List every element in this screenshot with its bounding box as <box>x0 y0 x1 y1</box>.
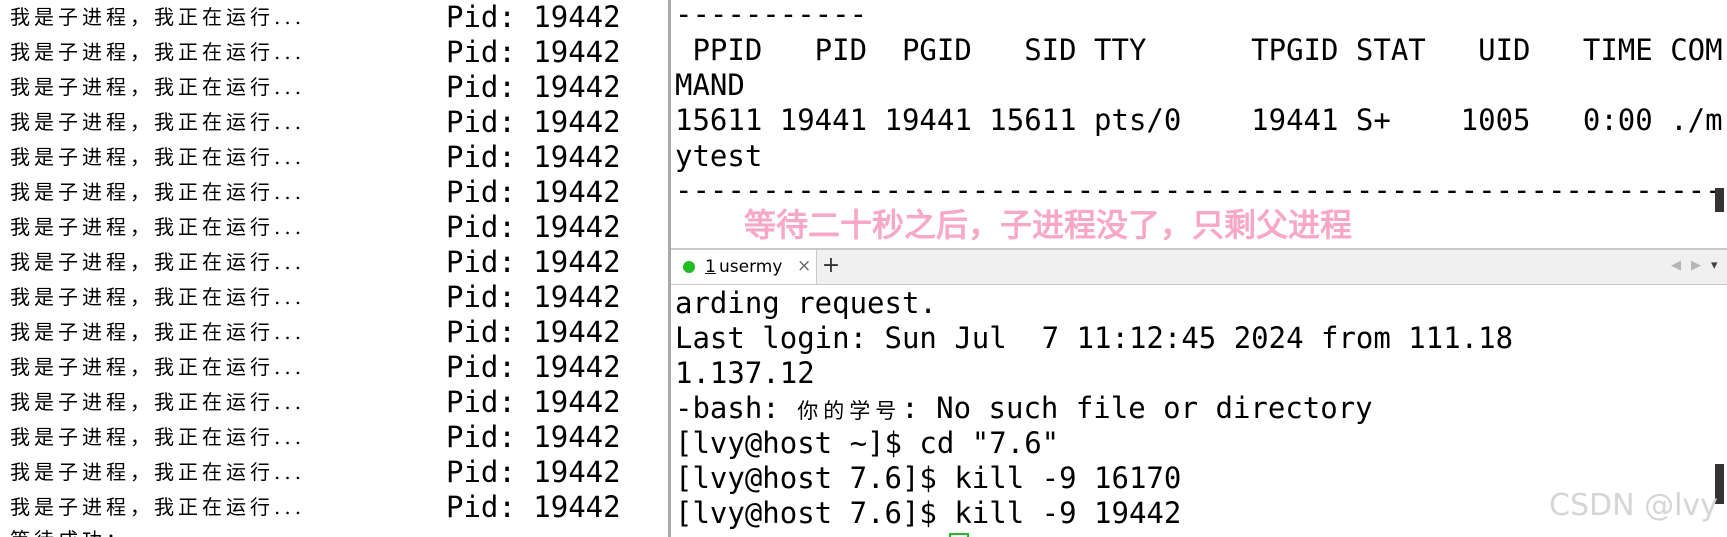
pid-text: Pid: 19442 <box>446 35 621 69</box>
child-process-text: 我是子进程，我正在运行... <box>10 75 306 99</box>
pid-text: Pid: 19442 <box>446 245 621 279</box>
tab-label: usermy <box>719 257 783 277</box>
terminal-line: 我是子进程，我正在运行... Pid: 19442 <box>10 245 621 280</box>
pid-text: Pid: 19442 <box>446 420 621 454</box>
annotation-text: 等待二十秒之后，子进程没了，只剩父进程 <box>744 206 1353 244</box>
terminal-line: 我是子进程，我正在运行... Pid: 19442 <box>10 35 621 70</box>
terminal-line: 我是子进程，我正在运行... Pid: 19442 <box>10 490 621 525</box>
terminal-line: PPID PID PGID SID TTY TPGID STAT UID TIM… <box>675 33 1723 67</box>
child-process-text: 我是子进程，我正在运行... <box>10 110 306 134</box>
terminal-line: 我是子进程，我正在运行... Pid: 19442 <box>10 315 621 350</box>
child-process-text: 我是子进程，我正在运行... <box>10 5 306 29</box>
terminal-line: 我是子进程，我正在运行... Pid: 19442 <box>10 280 621 315</box>
terminal-line: 我是子进程，我正在运行... Pid: 19442 <box>10 420 621 455</box>
child-process-text: 我是子进程，我正在运行... <box>10 250 306 274</box>
child-process-text: 我是子进程，我正在运行... <box>10 460 306 484</box>
top-terminal[interactable]: ----------- PPID PID PGID SID TTY TPGID … <box>671 0 1727 250</box>
child-process-text: 我是子进程，我正在运行... <box>10 285 306 309</box>
terminal-line: 我是子进程，我正在运行... Pid: 19442 <box>10 385 621 420</box>
close-icon[interactable]: × <box>797 256 811 276</box>
tab-usermy[interactable]: 1 usermy × <box>671 250 817 284</box>
terminal-line: [lvy@host 7.6]$ kill -9 19442 <box>675 496 1182 530</box>
scrollbar-thumb[interactable] <box>1715 188 1724 212</box>
pid-text: Pid: 19442 <box>446 490 621 524</box>
terminal-line: [lvy@host 7.6]$ kill -9 16170 <box>675 461 1182 495</box>
pid-text: Pid: 19442 <box>446 455 621 489</box>
child-process-text: 我是子进程，我正在运行... <box>10 355 306 379</box>
tab-menu-icon[interactable]: ▾ <box>1711 258 1718 273</box>
terminal-line: 我是子进程，我正在运行... Pid: 19442 <box>10 210 621 245</box>
pid-text: Pid: 19442 <box>446 280 621 314</box>
child-process-text: 我是子进程，我正在运行... <box>10 215 306 239</box>
terminal-line: 我是子进程，我正在运行... Pid: 19442 <box>10 70 621 105</box>
pid-text: Pid: 19442 <box>446 350 621 384</box>
watermark: CSDN @lvy <box>1549 488 1718 523</box>
child-process-text: 我是子进程，我正在运行... <box>10 40 306 64</box>
child-process-text: 我是子进程，我正在运行... <box>10 320 306 344</box>
terminal-line: 我是子进程，我正在运行... Pid: 19442 <box>10 455 621 490</box>
pid-text: Pid: 19442 <box>446 105 621 139</box>
terminal-line: ----------- <box>675 0 868 31</box>
terminal-line: 我是子进程，我正在运行... Pid: 19442 <box>10 0 621 35</box>
pid-text: Pid: 19442 <box>446 175 621 209</box>
terminal-line: [lvy@host ~]$ cd "7.6" <box>675 426 1060 460</box>
add-tab-button[interactable]: + <box>819 254 843 278</box>
tab-bar: 1 usermy × + ◀ ▶ ▾ <box>671 250 1727 285</box>
terminal-line: 1.137.12 <box>675 356 815 390</box>
tab-number: 1 <box>705 257 716 277</box>
child-process-text: 我是子进程，我正在运行... <box>10 180 306 204</box>
pid-text: Pid: 19442 <box>446 315 621 349</box>
student-id-text: 你的学号 <box>797 399 902 423</box>
terminal-line: arding request. <box>675 286 937 320</box>
child-process-text: 我是子进程，我正在运行... <box>10 145 306 169</box>
wait-success-text: 等待成功： <box>10 524 130 537</box>
child-process-text: 我是子进程，我正在运行... <box>10 495 306 519</box>
child-process-text: 我是子进程，我正在运行... <box>10 390 306 414</box>
child-process-text: 我是子进程，我正在运行... <box>10 425 306 449</box>
error-text: No such file or directory <box>936 391 1373 425</box>
pid-text: Pid: 19442 <box>446 140 621 174</box>
terminal-line: ytest <box>675 139 763 173</box>
connected-status-icon <box>683 261 695 273</box>
bash-prefix: -bash: <box>675 391 798 425</box>
terminal-cursor <box>949 533 969 537</box>
terminal-line: 我是子进程，我正在运行... Pid: 19442 <box>10 140 621 175</box>
terminal-line: 我是子进程，我正在运行... Pid: 19442 <box>10 105 621 140</box>
terminal-line: -bash: 你的学号: No such file or directory <box>675 391 1373 429</box>
terminal-line: MAND <box>675 68 745 102</box>
pid-text: Pid: 19442 <box>446 385 621 419</box>
terminal-line: 我是子进程，我正在运行... Pid: 19442 <box>10 350 621 385</box>
terminal-line: 15611 19441 19441 15611 pts/0 19441 S+ 1… <box>675 103 1723 137</box>
pid-text: Pid: 19442 <box>446 70 621 104</box>
pid-text: Pid: 19442 <box>446 0 621 34</box>
left-terminal[interactable]: 我是子进程，我正在运行... Pid: 19442 我是子进程，我正在运行... Pi… <box>0 0 640 537</box>
terminal-line: Last login: Sun Jul 7 11:12:45 2024 from… <box>675 321 1514 355</box>
colon-text: : <box>901 391 937 425</box>
pid-text: Pid: 19442 <box>446 210 621 244</box>
terminal-line: 我是子进程，我正在运行... Pid: 19442 <box>10 175 621 210</box>
nav-left-icon[interactable]: ◀ <box>1671 258 1681 273</box>
nav-right-icon[interactable]: ▶ <box>1691 258 1701 273</box>
